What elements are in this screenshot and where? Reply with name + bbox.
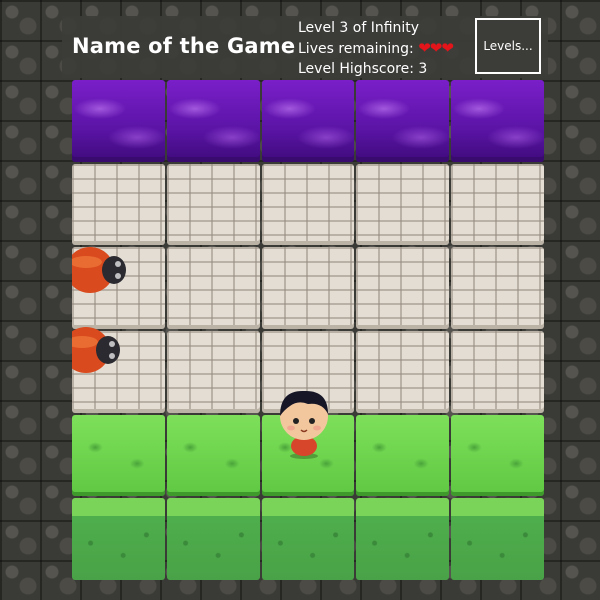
stats-panel: Level 3 of Infinity Lives remaining: ❤❤❤… (298, 18, 454, 79)
tile-stone (166, 247, 260, 329)
player-character-icon (280, 390, 328, 459)
tile-grass (166, 414, 260, 497)
tile-stone (261, 247, 355, 329)
tile-dirt (261, 498, 355, 580)
game-title: Name of the Game (72, 34, 296, 58)
level-indicator: Level 3 of Infinity (298, 20, 420, 36)
tile-stone (356, 163, 450, 246)
tile-stone (451, 163, 544, 246)
tile-stone (166, 163, 260, 246)
lives-label: Lives remaining: (298, 41, 414, 57)
heart-icons: ❤❤❤ (418, 39, 454, 57)
game-header: Name of the Game Level 3 of Infinity Liv… (62, 16, 548, 78)
tile-stone (261, 163, 355, 246)
tile-stone (166, 330, 260, 413)
highscore-indicator: Level Highscore: 3 (298, 61, 428, 77)
tile-water (356, 80, 450, 162)
tile-water (261, 80, 355, 162)
tile-water (72, 80, 165, 162)
tile-grass (356, 414, 450, 497)
tile-stone (356, 330, 450, 413)
ladybug-enemy-icon (72, 247, 126, 293)
tile-grass (451, 414, 544, 497)
tile-water (166, 80, 260, 162)
tile-stone (356, 247, 450, 329)
tile-dirt (72, 498, 165, 580)
tile-stone (451, 330, 544, 413)
tile-stone (72, 163, 165, 246)
tile-dirt (356, 498, 450, 580)
tile-water (451, 80, 544, 162)
lives-row: Lives remaining: ❤❤❤ (298, 38, 454, 59)
tile-dirt (451, 498, 544, 580)
tile-stone (451, 247, 544, 329)
levels-button[interactable]: Levels... (475, 18, 541, 74)
game-board (72, 80, 544, 580)
tile-grass (72, 414, 165, 497)
ladybug-enemy-icon (72, 327, 120, 373)
tile-dirt (166, 498, 260, 580)
